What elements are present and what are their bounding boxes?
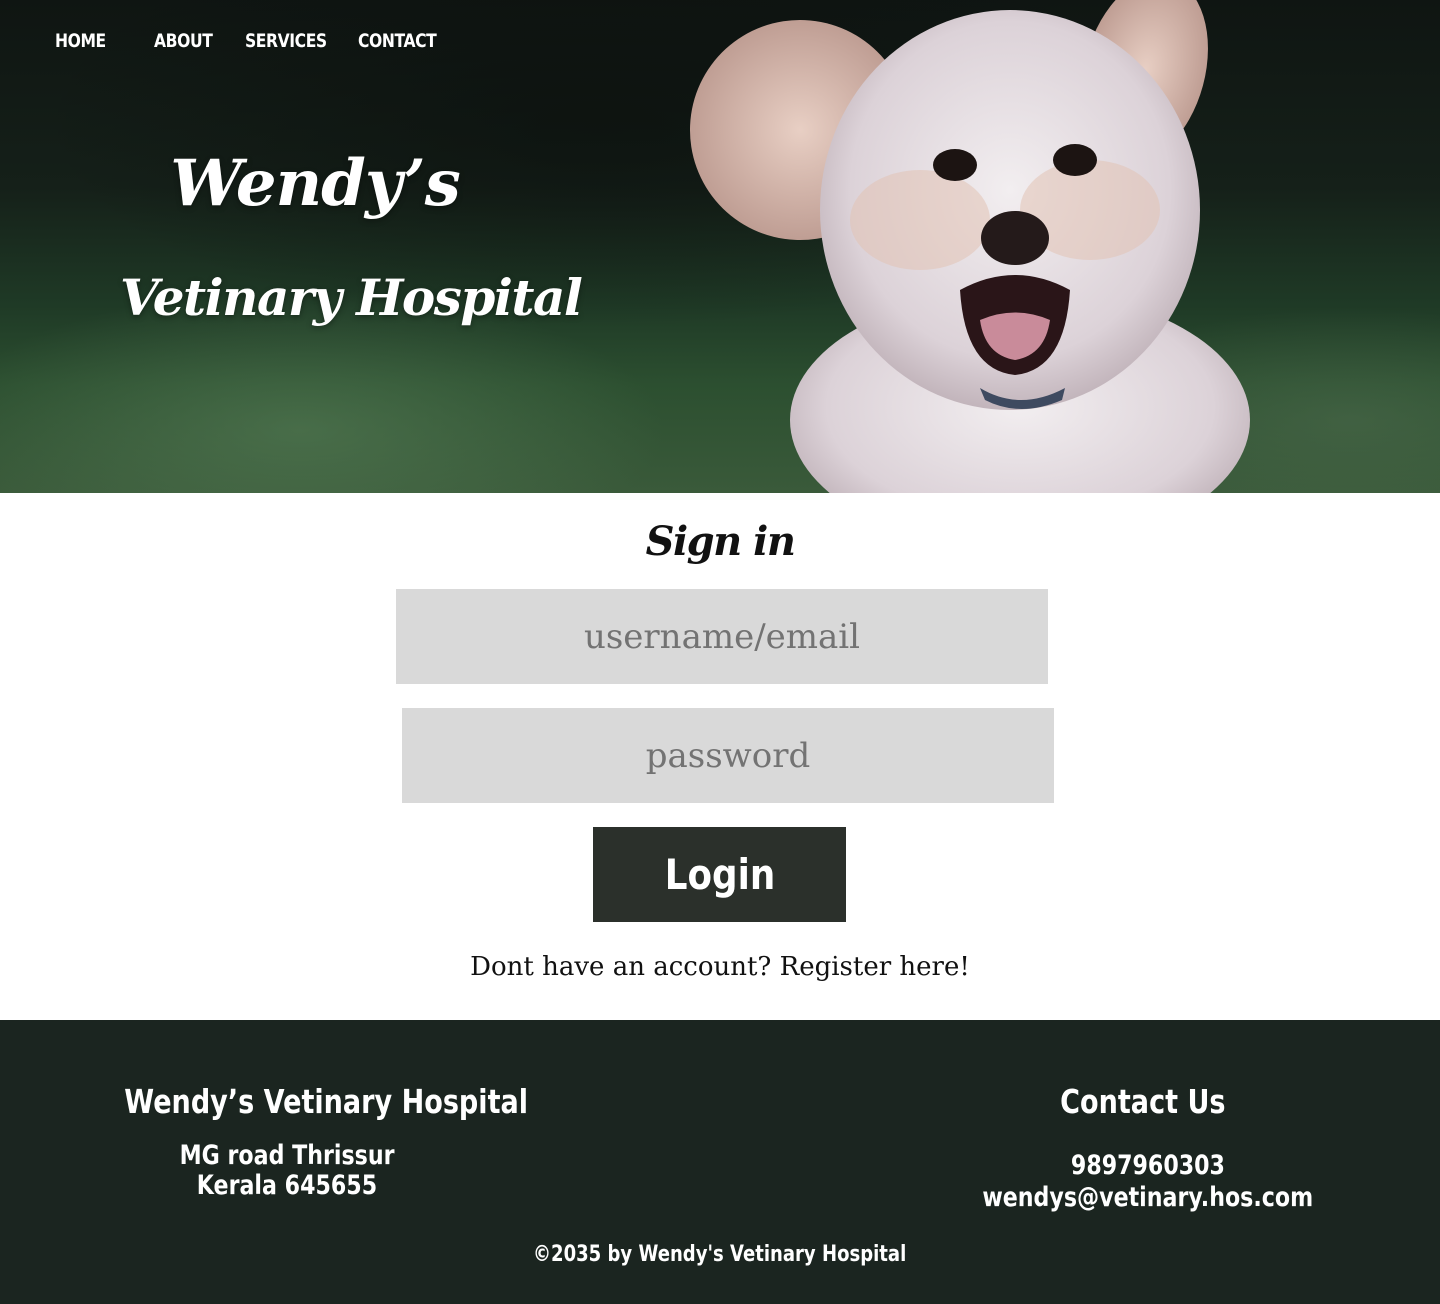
footer-brand: Wendy’s Vetinary Hospital [124,1082,529,1121]
footer-phone: 9897960303 [1070,1150,1226,1181]
nav-about-link[interactable]: ABOUT [154,30,213,52]
password-input[interactable] [402,708,1054,803]
signin-heading: Sign in [645,518,796,565]
footer-address-line2: Kerala 645655 [196,1170,378,1201]
hero-subtitle: Vetinary Hospital [120,268,583,327]
footer-contact-heading: Contact Us [1060,1082,1226,1121]
username-input[interactable] [396,589,1048,684]
footer-copyright: ©2035 by Wendy's Vetinary Hospital [533,1242,907,1267]
nav-services-link[interactable]: SERVICES [245,30,327,52]
hero-title: Wendy’s [170,146,461,221]
nav-contact-link[interactable]: CONTACT [358,30,437,52]
footer-email[interactable]: wendys@vetinary.hos.com [940,1182,1356,1213]
login-button[interactable]: Login [593,827,846,922]
hero-banner: HOME ABOUT SERVICES CONTACT Wendy’s Veti… [0,0,1440,493]
footer: Wendy’s Vetinary Hospital MG road Thriss… [0,1020,1440,1304]
login-button-label: Login [664,850,775,899]
nav-home-link[interactable]: HOME [55,30,106,52]
register-link[interactable]: Dont have an account? Register here! [0,952,1440,982]
footer-address-line1: MG road Thrissur [179,1140,395,1171]
dog-photo [690,0,1250,493]
